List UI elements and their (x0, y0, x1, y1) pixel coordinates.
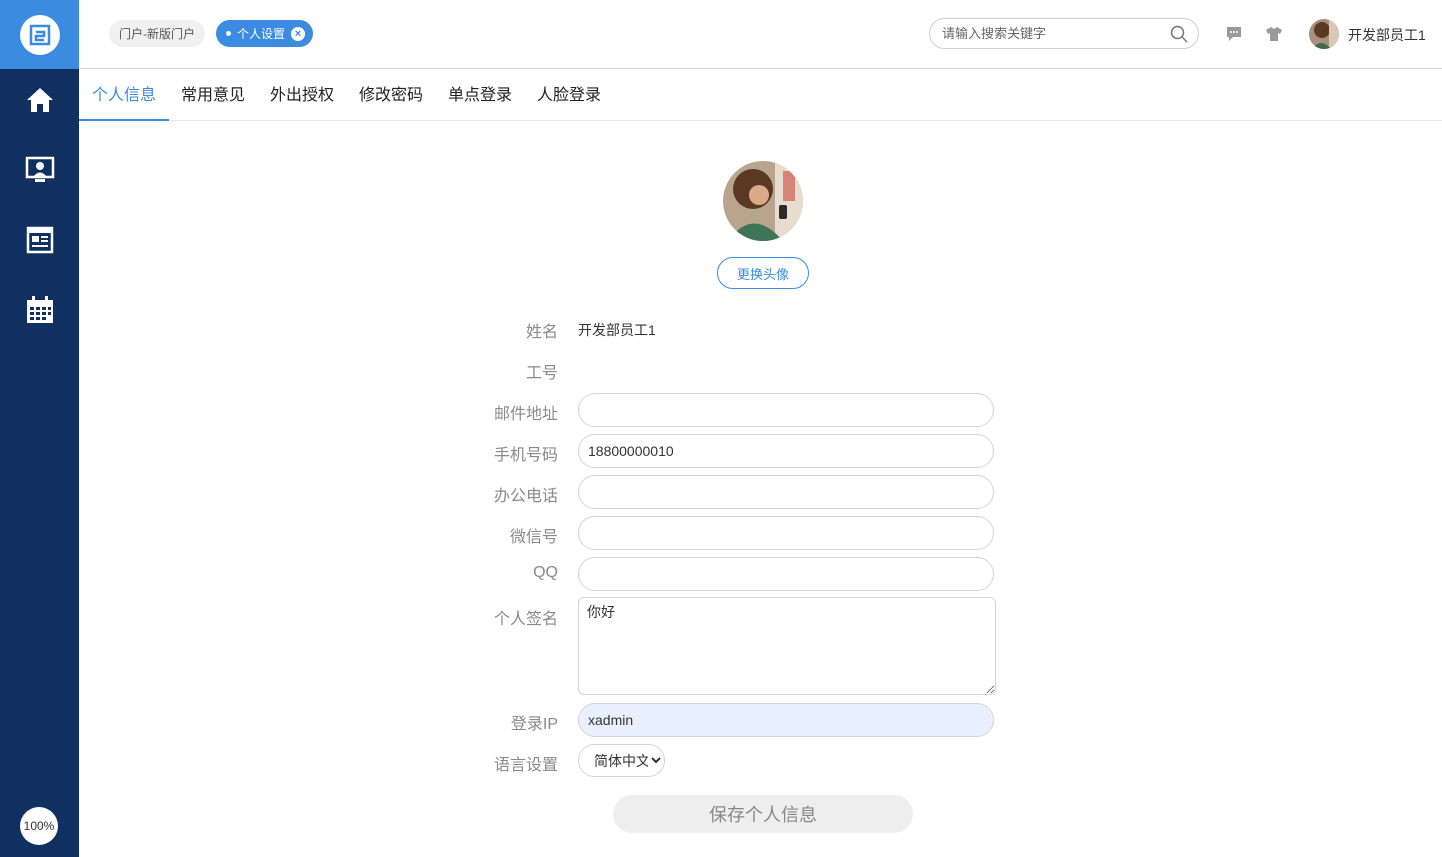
tab-personal-info[interactable]: 个人信息 (79, 70, 170, 121)
topbar: 门户-新版门户 个人设置 × 开发部员工1 (79, 0, 1442, 69)
language-label: 语言设置 (493, 757, 558, 774)
wechat-label: 微信号 (509, 529, 558, 546)
office-phone-field[interactable] (578, 475, 994, 509)
news-icon (26, 226, 53, 254)
email-label: 邮件地址 (493, 406, 558, 423)
office-phone-label: 办公电话 (493, 488, 558, 505)
message-icon[interactable] (1225, 25, 1243, 43)
user-monitor-icon (25, 156, 54, 182)
phone-field[interactable] (578, 434, 994, 468)
app-logo[interactable] (0, 0, 79, 69)
tab-tag-settings[interactable]: 个人设置 × (216, 20, 314, 47)
language-select[interactable]: 简体中文 (578, 744, 665, 777)
settings-tabs: 个人信息 常用意见 外出授权 修改密码 单点登录 人脸登录 (79, 70, 1442, 121)
tab-change-password[interactable]: 修改密码 (346, 70, 436, 121)
tab-sso-login[interactable]: 单点登录 (435, 70, 525, 121)
signature-label: 个人签名 (493, 611, 558, 628)
phone-label: 手机号码 (493, 447, 558, 464)
sidebar-item-calendar[interactable] (0, 285, 79, 335)
sidebar-item-news[interactable] (0, 215, 79, 265)
user-avatar[interactable] (1309, 19, 1339, 49)
login-ip-field[interactable] (578, 703, 994, 737)
search-input[interactable] (942, 26, 1162, 41)
employee-id-label: 工号 (525, 365, 558, 382)
active-dot-icon (226, 31, 231, 36)
tab-common-opinions[interactable]: 常用意见 (168, 70, 258, 121)
user-name[interactable]: 开发部员工1 (1348, 25, 1426, 45)
home-icon (26, 88, 53, 112)
close-icon[interactable]: × (291, 26, 306, 41)
zoom-level[interactable]: 100% (20, 807, 58, 845)
signature-textarea[interactable]: 你好 (578, 597, 996, 695)
app-logo-icon (19, 14, 60, 55)
sidebar: 100% (0, 0, 79, 857)
tab-face-login[interactable]: 人脸登录 (524, 70, 614, 121)
calendar-icon (26, 296, 53, 323)
search-icon[interactable] (1170, 25, 1188, 43)
tag-label: 门户-新版门户 (119, 27, 195, 41)
profile-avatar (723, 161, 803, 241)
tab-tag-portal[interactable]: 门户-新版门户 (109, 20, 205, 47)
sidebar-item-user[interactable] (0, 145, 79, 195)
save-profile-button[interactable]: 保存个人信息 (613, 795, 913, 833)
name-label: 姓名 (525, 324, 558, 341)
wechat-field[interactable] (578, 516, 994, 550)
login-ip-label: 登录IP (510, 716, 558, 733)
change-avatar-button[interactable]: 更换头像 (717, 257, 809, 289)
email-field[interactable] (578, 393, 994, 427)
name-value: 开发部员工1 (578, 322, 656, 338)
tag-label: 个人设置 (237, 27, 286, 41)
qq-field[interactable] (578, 557, 994, 591)
qq-label: QQ (533, 564, 558, 581)
skin-shirt-icon[interactable] (1265, 25, 1283, 43)
tab-out-authorization[interactable]: 外出授权 (257, 70, 347, 121)
sidebar-item-home[interactable] (0, 75, 79, 125)
search-box (929, 18, 1199, 49)
